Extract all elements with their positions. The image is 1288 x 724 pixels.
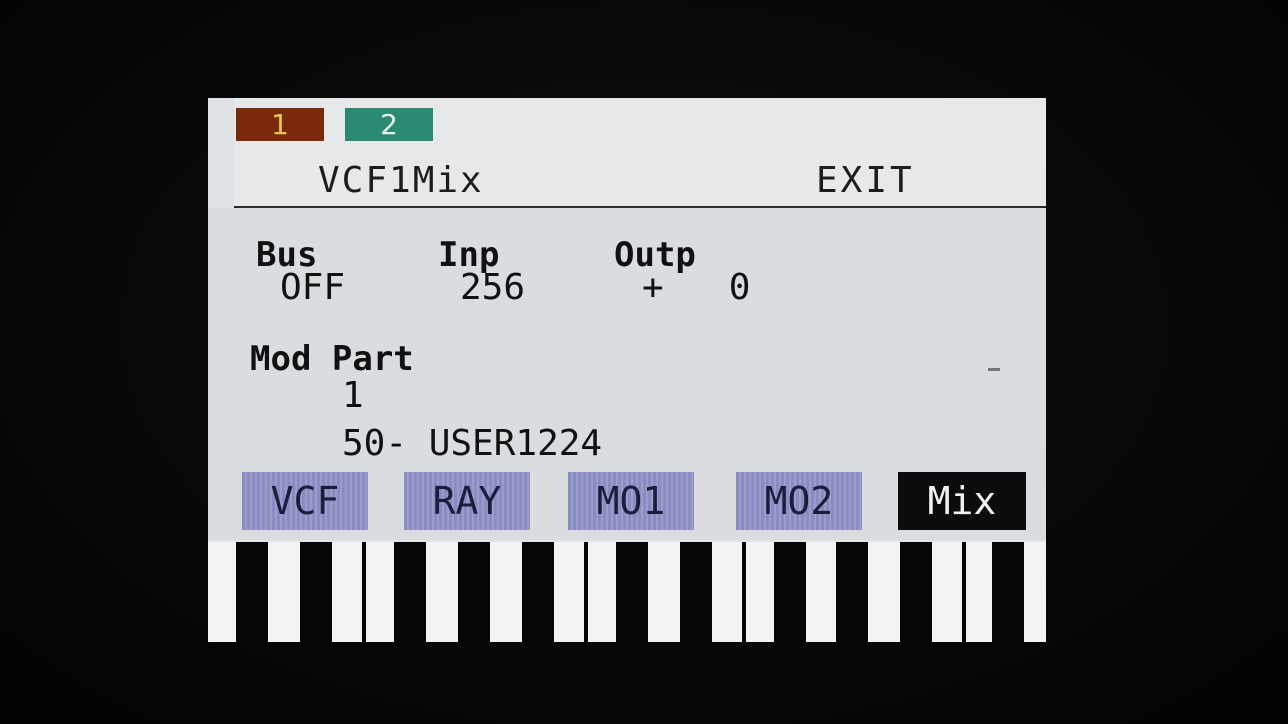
black-key[interactable] [458,542,490,642]
mo2-button[interactable]: MO2 [736,472,862,530]
inp-value[interactable]: 256 [460,270,525,306]
exit-button[interactable]: EXIT [816,160,915,201]
key-divider [362,542,366,642]
black-key[interactable] [774,542,806,642]
ray-button[interactable]: RAY [404,472,530,530]
black-key[interactable] [836,542,868,642]
black-key[interactable] [300,542,332,642]
vcf-button[interactable]: VCF [242,472,368,530]
page-title: VCF1Mix [318,160,484,201]
key-divider [584,542,588,642]
scroll-indicator [988,368,1000,371]
black-key[interactable] [394,542,426,642]
keyboard[interactable] [208,542,1046,642]
page-tab-2[interactable]: 2 [345,108,433,141]
mo1-button[interactable]: MO1 [568,472,694,530]
mix-button[interactable]: Mix [898,472,1026,530]
outp-value[interactable]: + 0 [642,270,750,306]
key-divider [742,542,746,642]
mod-part-label: Mod Part [250,339,414,379]
lcd-screen: 1 2 VCF1Mix EXIT Bus OFF Inp 256 Outp + … [208,98,1046,642]
key-divider [962,542,966,642]
page-tab-1[interactable]: 1 [236,108,324,141]
black-key[interactable] [616,542,648,642]
preset-name[interactable]: 50- USER1224 [342,426,602,462]
black-key[interactable] [680,542,712,642]
black-key[interactable] [522,542,554,642]
black-key[interactable] [236,542,268,642]
mod-part-value[interactable]: 1 [342,378,364,414]
black-key[interactable] [992,542,1024,642]
bus-value[interactable]: OFF [280,270,345,306]
black-key[interactable] [900,542,932,642]
